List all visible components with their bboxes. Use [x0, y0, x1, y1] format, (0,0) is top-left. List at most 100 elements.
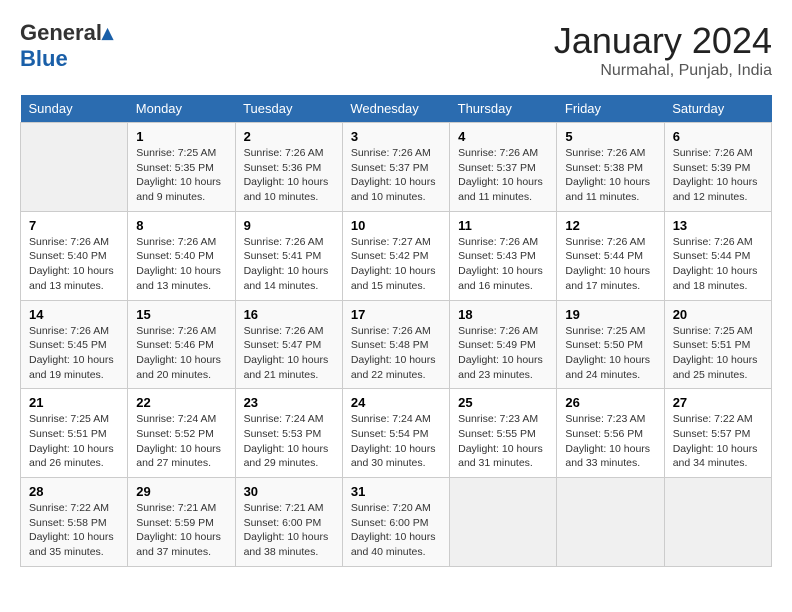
- day-info: Sunrise: 7:24 AM Sunset: 5:54 PM Dayligh…: [351, 412, 441, 471]
- day-number: 23: [244, 395, 334, 410]
- calendar-cell: [21, 123, 128, 212]
- page-header: General ▴ Blue January 2024 Nurmahal, Pu…: [20, 20, 772, 80]
- weekday-header-saturday: Saturday: [664, 95, 771, 123]
- day-info: Sunrise: 7:26 AM Sunset: 5:44 PM Dayligh…: [565, 235, 655, 294]
- weekday-header-monday: Monday: [128, 95, 235, 123]
- calendar-cell: 30Sunrise: 7:21 AM Sunset: 6:00 PM Dayli…: [235, 478, 342, 567]
- day-info: Sunrise: 7:27 AM Sunset: 5:42 PM Dayligh…: [351, 235, 441, 294]
- calendar-cell: 5Sunrise: 7:26 AM Sunset: 5:38 PM Daylig…: [557, 123, 664, 212]
- day-info: Sunrise: 7:26 AM Sunset: 5:43 PM Dayligh…: [458, 235, 548, 294]
- day-info: Sunrise: 7:26 AM Sunset: 5:46 PM Dayligh…: [136, 324, 226, 383]
- calendar-cell: [557, 478, 664, 567]
- week-row-4: 21 Sunrise: 7:25 AM Sunset: 5:51 PM Dayli…: [21, 389, 772, 478]
- day-info: Sunrise: 7:26 AM Sunset: 5:44 PM Dayligh…: [673, 235, 763, 294]
- calendar-cell: 6Sunrise: 7:26 AM Sunset: 5:39 PM Daylig…: [664, 123, 771, 212]
- day-info: Sunrise: 7:22 AM Sunset: 5:57 PM Dayligh…: [673, 412, 763, 471]
- day-info: Sunrise: 7:25 AM Sunset: 5:51 PM Dayligh…: [29, 412, 119, 471]
- month-title: January 2024: [554, 20, 772, 62]
- day-number: 12: [565, 218, 655, 233]
- calendar-cell: 9Sunrise: 7:26 AM Sunset: 5:41 PM Daylig…: [235, 211, 342, 300]
- day-number: 2: [244, 129, 334, 144]
- calendar-cell: 4 Sunrise: 7:26 AM Sunset: 5:37 PM Daylig…: [450, 123, 557, 212]
- day-info: Sunrise: 7:26 AM Sunset: 5:40 PM Dayligh…: [29, 235, 119, 294]
- day-info: Sunrise: 7:26 AM Sunset: 5:39 PM Dayligh…: [673, 146, 763, 205]
- calendar-cell: 1Sunrise: 7:25 AM Sunset: 5:35 PM Daylig…: [128, 123, 235, 212]
- calendar-cell: 29Sunrise: 7:21 AM Sunset: 5:59 PM Dayli…: [128, 478, 235, 567]
- day-number: 13: [673, 218, 763, 233]
- day-info: Sunrise: 7:26 AM Sunset: 5:41 PM Dayligh…: [244, 235, 334, 294]
- calendar-cell: 10 Sunrise: 7:27 AM Sunset: 5:42 PM Dayli…: [342, 211, 449, 300]
- day-number: 27: [673, 395, 763, 410]
- calendar-cell: 24 Sunrise: 7:24 AM Sunset: 5:54 PM Dayli…: [342, 389, 449, 478]
- day-number: 3: [351, 129, 441, 144]
- day-number: 22: [136, 395, 226, 410]
- day-number: 10: [351, 218, 441, 233]
- day-info: Sunrise: 7:26 AM Sunset: 5:45 PM Dayligh…: [29, 324, 119, 383]
- weekday-header-sunday: Sunday: [21, 95, 128, 123]
- calendar-cell: 21 Sunrise: 7:25 AM Sunset: 5:51 PM Dayli…: [21, 389, 128, 478]
- calendar-cell: 12 Sunrise: 7:26 AM Sunset: 5:44 PM Dayli…: [557, 211, 664, 300]
- calendar-cell: 20 Sunrise: 7:25 AM Sunset: 5:51 PM Dayli…: [664, 300, 771, 389]
- calendar-cell: 15 Sunrise: 7:26 AM Sunset: 5:46 PM Dayli…: [128, 300, 235, 389]
- day-number: 21: [29, 395, 119, 410]
- calendar-cell: 7 Sunrise: 7:26 AM Sunset: 5:40 PM Daylig…: [21, 211, 128, 300]
- calendar-cell: 18Sunrise: 7:26 AM Sunset: 5:49 PM Dayli…: [450, 300, 557, 389]
- weekday-header-wednesday: Wednesday: [342, 95, 449, 123]
- location-text: Nurmahal, Punjab, India: [554, 62, 772, 80]
- day-number: 26: [565, 395, 655, 410]
- day-info: Sunrise: 7:26 AM Sunset: 5:49 PM Dayligh…: [458, 324, 548, 383]
- day-number: 20: [673, 307, 763, 322]
- weekday-header-friday: Friday: [557, 95, 664, 123]
- calendar-cell: 19 Sunrise: 7:25 AM Sunset: 5:50 PM Dayli…: [557, 300, 664, 389]
- calendar-cell: 25Sunrise: 7:23 AM Sunset: 5:55 PM Dayli…: [450, 389, 557, 478]
- day-info: Sunrise: 7:20 AM Sunset: 6:00 PM Dayligh…: [351, 501, 441, 560]
- calendar-cell: 28 Sunrise: 7:22 AM Sunset: 5:58 PM Dayli…: [21, 478, 128, 567]
- day-info: Sunrise: 7:25 AM Sunset: 5:50 PM Dayligh…: [565, 324, 655, 383]
- day-info: Sunrise: 7:24 AM Sunset: 5:52 PM Dayligh…: [136, 412, 226, 471]
- day-number: 8: [136, 218, 226, 233]
- logo-blue-text: ▴: [102, 20, 113, 46]
- weekday-header-tuesday: Tuesday: [235, 95, 342, 123]
- day-info: Sunrise: 7:26 AM Sunset: 5:47 PM Dayligh…: [244, 324, 334, 383]
- week-row-1: 1Sunrise: 7:25 AM Sunset: 5:35 PM Daylig…: [21, 123, 772, 212]
- day-info: Sunrise: 7:26 AM Sunset: 5:36 PM Dayligh…: [244, 146, 334, 205]
- calendar-cell: 8 Sunrise: 7:26 AM Sunset: 5:40 PM Daylig…: [128, 211, 235, 300]
- day-number: 19: [565, 307, 655, 322]
- day-info: Sunrise: 7:23 AM Sunset: 5:55 PM Dayligh…: [458, 412, 548, 471]
- day-info: Sunrise: 7:26 AM Sunset: 5:38 PM Dayligh…: [565, 146, 655, 205]
- logo: General ▴ Blue: [20, 20, 113, 72]
- calendar-cell: 2 Sunrise: 7:26 AM Sunset: 5:36 PM Daylig…: [235, 123, 342, 212]
- day-info: Sunrise: 7:26 AM Sunset: 5:37 PM Dayligh…: [351, 146, 441, 205]
- week-row-2: 7 Sunrise: 7:26 AM Sunset: 5:40 PM Daylig…: [21, 211, 772, 300]
- weekday-header-thursday: Thursday: [450, 95, 557, 123]
- day-number: 31: [351, 484, 441, 499]
- day-info: Sunrise: 7:25 AM Sunset: 5:35 PM Dayligh…: [136, 146, 226, 205]
- day-number: 15: [136, 307, 226, 322]
- calendar-table: SundayMondayTuesdayWednesdayThursdayFrid…: [20, 95, 772, 567]
- calendar-cell: 16Sunrise: 7:26 AM Sunset: 5:47 PM Dayli…: [235, 300, 342, 389]
- logo-blue-label: Blue: [20, 46, 68, 71]
- day-number: 4: [458, 129, 548, 144]
- calendar-cell: 13 Sunrise: 7:26 AM Sunset: 5:44 PM Dayli…: [664, 211, 771, 300]
- day-info: Sunrise: 7:26 AM Sunset: 5:40 PM Dayligh…: [136, 235, 226, 294]
- day-info: Sunrise: 7:23 AM Sunset: 5:56 PM Dayligh…: [565, 412, 655, 471]
- calendar-cell: 3 Sunrise: 7:26 AM Sunset: 5:37 PM Daylig…: [342, 123, 449, 212]
- day-info: Sunrise: 7:21 AM Sunset: 6:00 PM Dayligh…: [244, 501, 334, 560]
- day-number: 24: [351, 395, 441, 410]
- day-number: 7: [29, 218, 119, 233]
- day-number: 28: [29, 484, 119, 499]
- calendar-cell: 17Sunrise: 7:26 AM Sunset: 5:48 PM Dayli…: [342, 300, 449, 389]
- title-section: January 2024 Nurmahal, Punjab, India: [554, 20, 772, 80]
- calendar-cell: 26 Sunrise: 7:23 AM Sunset: 5:56 PM Dayli…: [557, 389, 664, 478]
- day-info: Sunrise: 7:24 AM Sunset: 5:53 PM Dayligh…: [244, 412, 334, 471]
- calendar-cell: 11 Sunrise: 7:26 AM Sunset: 5:43 PM Dayli…: [450, 211, 557, 300]
- day-info: Sunrise: 7:26 AM Sunset: 5:37 PM Dayligh…: [458, 146, 548, 205]
- day-info: Sunrise: 7:22 AM Sunset: 5:58 PM Dayligh…: [29, 501, 119, 560]
- calendar-cell: 23 Sunrise: 7:24 AM Sunset: 5:53 PM Dayli…: [235, 389, 342, 478]
- logo-general-text: General: [20, 20, 102, 46]
- day-number: 14: [29, 307, 119, 322]
- calendar-body: 1Sunrise: 7:25 AM Sunset: 5:35 PM Daylig…: [21, 123, 772, 567]
- day-info: Sunrise: 7:25 AM Sunset: 5:51 PM Dayligh…: [673, 324, 763, 383]
- calendar-cell: [664, 478, 771, 567]
- day-number: 11: [458, 218, 548, 233]
